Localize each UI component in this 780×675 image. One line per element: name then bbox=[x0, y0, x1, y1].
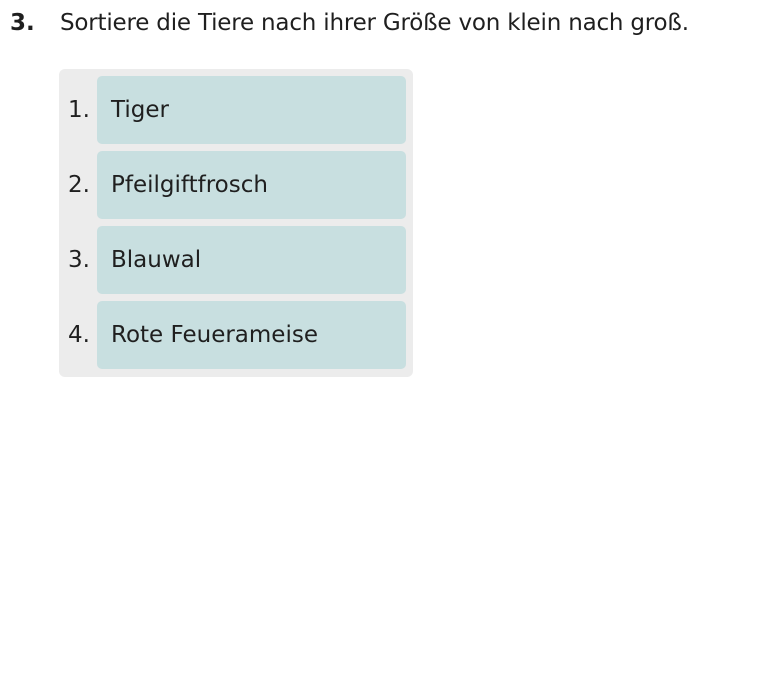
item-index: 2. bbox=[68, 172, 90, 198]
item-index: 4. bbox=[68, 322, 90, 348]
question-number: 3. bbox=[10, 10, 35, 36]
item-label: Rote Feuerameise bbox=[111, 322, 318, 348]
item-index: 3. bbox=[68, 247, 90, 273]
list-row: 3. Blauwal bbox=[59, 226, 413, 294]
sortable-list: 1. Tiger 2. Pfeilgiftfrosch 3. Blauwal 4… bbox=[59, 69, 413, 377]
sortable-item-blauwal[interactable]: Blauwal bbox=[97, 226, 406, 294]
list-row: 1. Tiger bbox=[59, 76, 413, 144]
item-label: Tiger bbox=[111, 97, 169, 123]
list-row: 4. Rote Feuerameise bbox=[59, 301, 413, 369]
list-row: 2. Pfeilgiftfrosch bbox=[59, 151, 413, 219]
question-text: Sortiere die Tiere nach ihrer Größe von … bbox=[60, 10, 689, 36]
sortable-item-rote-feuerameise[interactable]: Rote Feuerameise bbox=[97, 301, 406, 369]
sortable-item-pfeilgiftfrosch[interactable]: Pfeilgiftfrosch bbox=[97, 151, 406, 219]
item-label: Pfeilgiftfrosch bbox=[111, 172, 268, 198]
item-label: Blauwal bbox=[111, 247, 202, 273]
sortable-item-tiger[interactable]: Tiger bbox=[97, 76, 406, 144]
item-index: 1. bbox=[68, 97, 90, 123]
question-header: 3. Sortiere die Tiere nach ihrer Größe v… bbox=[10, 8, 689, 38]
